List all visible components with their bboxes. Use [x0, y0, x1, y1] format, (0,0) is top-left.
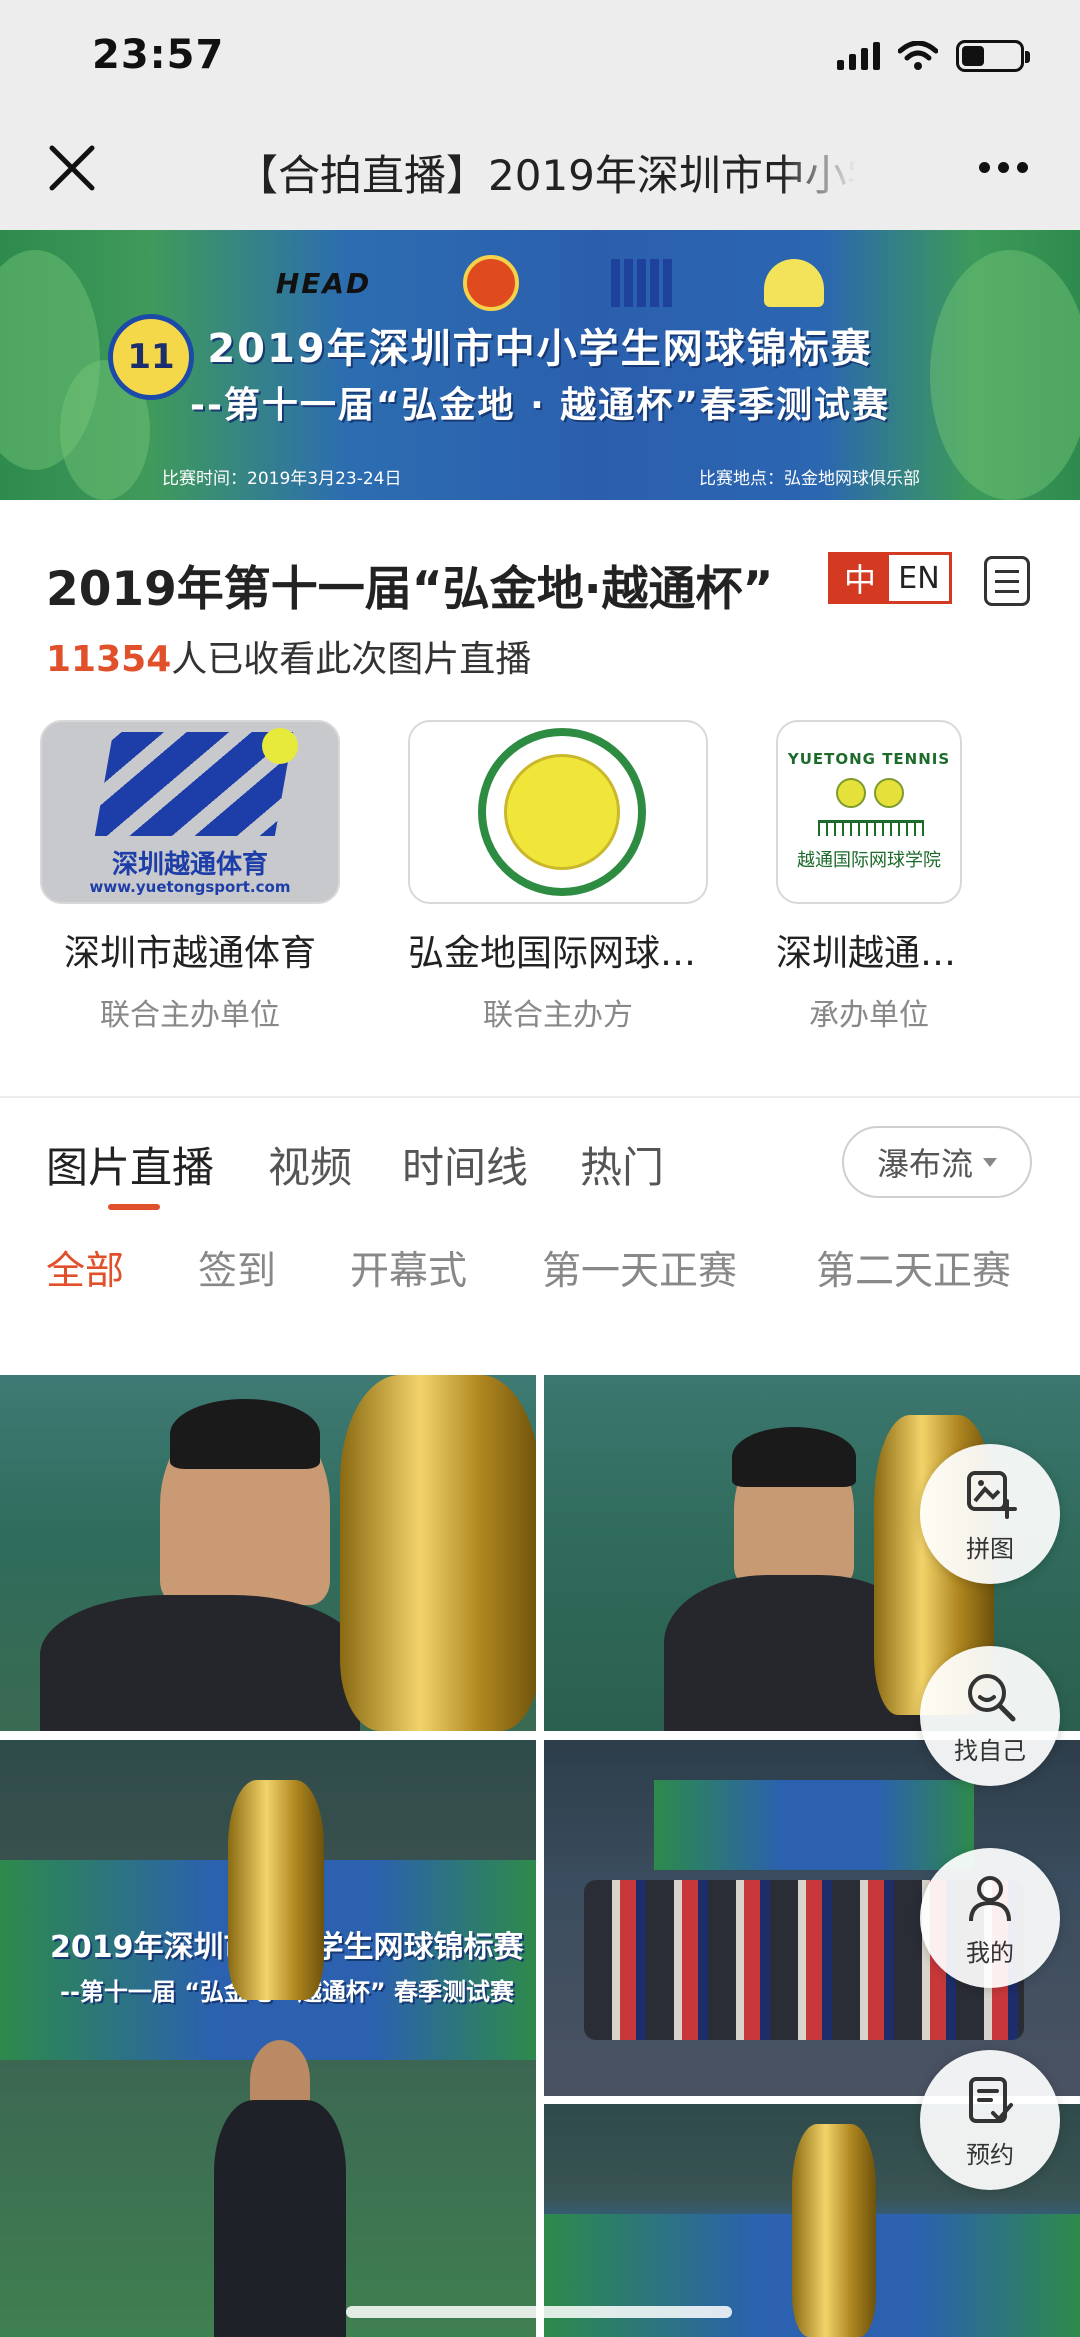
collage-label: 拼图 — [966, 1534, 1014, 1563]
category-opening[interactable]: 开幕式 — [350, 1240, 467, 1296]
organizer-name: 深圳越通国际网球学院 — [776, 933, 962, 974]
organizer-name: 深圳市越通体育 — [63, 933, 316, 974]
organizer-role: 承办单位 — [809, 998, 929, 1033]
active-tab-indicator — [108, 1204, 160, 1210]
view-count-label: 人已收看此次图片直播 — [171, 639, 532, 680]
booking-icon — [969, 2076, 1013, 2123]
organizer-logo — [408, 720, 708, 904]
tab-photo-live[interactable]: 图片直播 — [46, 1134, 214, 1195]
find-myself-label: 找自己 — [954, 1736, 1026, 1765]
organizer-card[interactable]: 深圳越通体育 www.yuetongsport.com 深圳市越通体育 联合主办… — [40, 720, 340, 1034]
view-count: 11354人已收看此次图片直播 — [46, 630, 531, 682]
booking-button[interactable]: 预约 — [920, 2050, 1060, 2190]
player-hair — [732, 1427, 856, 1487]
organizer-name: 弘金地国际网球俱乐部 — [408, 933, 708, 974]
layout-dropdown[interactable]: 瀑布流 — [842, 1126, 1032, 1198]
top-bar: 23:57 【合拍直播】2019年深圳市中小学 — [0, 0, 1080, 230]
banner-time: 比赛时间：2019年3月23-24日 — [162, 469, 402, 489]
sponsor-logos: HEAD — [230, 248, 870, 318]
yuetong-logo — [610, 259, 673, 307]
find-myself-button[interactable]: 找自己 — [920, 1646, 1060, 1786]
layout-label: 瀑布流 — [876, 1145, 973, 1183]
player-silhouette — [930, 250, 1080, 500]
organizer-role: 联合主办单位 — [100, 998, 280, 1033]
banner-venue: 比赛地点：弘金地网球俱乐部 — [699, 469, 920, 489]
page-title: 【合拍直播】2019年深圳市中小学 — [236, 151, 856, 200]
logo-text: 越通国际网球学院 — [797, 850, 941, 871]
player-shirt — [214, 2100, 346, 2337]
lang-en-option[interactable]: EN — [889, 555, 949, 601]
organizer-logo: 深圳越通体育 www.yuetongsport.com — [40, 720, 340, 904]
event-banner: HEAD 11 2019年深圳市中小学生网球锦标赛 --第十一届“弘金地 · 越… — [0, 230, 1080, 500]
booking-label: 预约 — [966, 2140, 1014, 2169]
logo-text: YUETONG TENNIS — [787, 750, 951, 768]
category-day1[interactable]: 第一天正赛 — [542, 1240, 737, 1296]
home-indicator[interactable] — [346, 2306, 732, 2318]
wifi-icon — [898, 41, 938, 70]
list-menu-icon[interactable] — [984, 556, 1030, 606]
cellular-signal-icon — [837, 42, 880, 70]
language-toggle[interactable]: 中 EN — [828, 552, 952, 604]
club-logo — [462, 255, 519, 311]
status-time: 23:57 — [92, 32, 225, 78]
face-search-icon — [968, 1673, 1016, 1721]
caret-down-icon — [983, 1157, 997, 1167]
head-logo: HEAD — [275, 266, 372, 300]
section-divider — [0, 1096, 1080, 1098]
tab-hot[interactable]: 热门 — [580, 1134, 664, 1195]
category-all[interactable]: 全部 — [46, 1240, 124, 1296]
status-icons — [837, 40, 1030, 72]
photo-banner — [654, 1780, 974, 1870]
organizer-role: 联合主办方 — [483, 998, 633, 1033]
more-options-icon[interactable] — [979, 162, 1028, 173]
photo-item[interactable]: 2019年深圳市中小学生网球锦标赛 --第十一届 “弘金地 · 越通杯” 春季测… — [0, 1740, 536, 2337]
player-shirt — [40, 1595, 360, 1731]
tab-video[interactable]: 视频 — [268, 1134, 352, 1195]
category-checkin[interactable]: 签到 — [198, 1240, 276, 1296]
collage-button[interactable]: 拼图 — [920, 1444, 1060, 1584]
organizer-logo: YUETONG TENNIS 越通国际网球学院 — [776, 720, 962, 904]
banner-title: 2019年深圳市中小学生网球锦标赛 — [207, 326, 873, 372]
tab-timeline[interactable]: 时间线 — [402, 1134, 528, 1195]
collage-icon — [967, 1470, 1017, 1519]
organizer-card[interactable]: YUETONG TENNIS 越通国际网球学院 深圳越通国际网球学院 承办单位 — [776, 720, 962, 1034]
trophy — [340, 1375, 536, 1731]
trophy — [228, 1780, 324, 2000]
logo-text: 深圳越通体育 — [111, 850, 268, 880]
trophy — [792, 2124, 876, 2337]
lang-zh-option[interactable]: 中 — [831, 555, 889, 601]
my-label: 我的 — [966, 1938, 1014, 1967]
photo-item[interactable] — [0, 1375, 536, 1731]
user-icon — [969, 1875, 1011, 1921]
tennis-academy-logo — [764, 259, 825, 307]
logo-url: www.yuetongsport.com — [89, 878, 291, 896]
category-day2[interactable]: 第二天正赛 — [816, 1240, 1011, 1296]
battery-icon — [956, 40, 1030, 72]
banner-subtitle: --第十一届“弘金地 · 越通杯”春季测试赛 — [190, 385, 890, 426]
my-button[interactable]: 我的 — [920, 1848, 1060, 1988]
organizer-card[interactable]: 弘金地国际网球俱乐部 联合主办方 — [408, 720, 708, 1034]
view-count-number: 11354 — [46, 639, 172, 680]
event-title: 2019年第十一届“弘金地·越通杯” — [46, 562, 774, 617]
player-hair — [170, 1399, 320, 1469]
close-icon[interactable] — [46, 142, 98, 194]
